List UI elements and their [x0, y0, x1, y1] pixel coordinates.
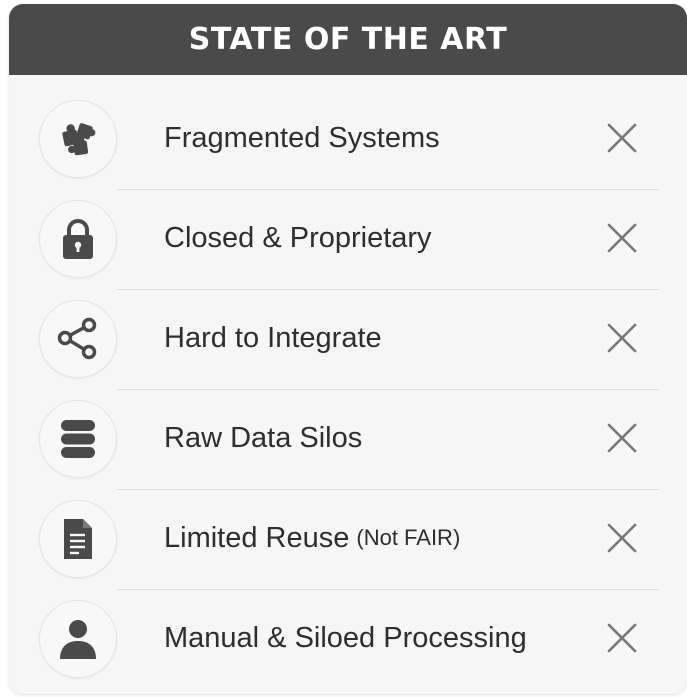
list-item: Closed & Proprietary [9, 190, 687, 290]
close-icon[interactable] [607, 423, 637, 453]
item-note: (Not FAIR) [356, 525, 461, 550]
user-icon [39, 600, 117, 678]
card-header: STATE OF THE ART [9, 4, 687, 75]
item-label: Manual & Siloed Processing [164, 621, 527, 654]
close-icon[interactable] [607, 123, 637, 153]
list-item: Manual & Siloed Processing [9, 590, 687, 690]
list-item: Hard to Integrate [9, 290, 687, 390]
puzzle-icon [39, 100, 117, 178]
close-icon[interactable] [607, 223, 637, 253]
item-label: Hard to Integrate [164, 321, 382, 354]
close-icon[interactable] [607, 323, 637, 353]
item-label: Raw Data Silos [164, 421, 363, 454]
document-icon [39, 500, 117, 578]
list-item: Fragmented Systems [9, 90, 687, 190]
item-label: Closed & Proprietary [164, 221, 432, 254]
card-title: STATE OF THE ART [188, 22, 508, 57]
item-label: Fragmented Systems [164, 121, 440, 154]
close-icon[interactable] [607, 523, 637, 553]
list-item: Limited Reuse (Not FAIR) [9, 490, 687, 590]
item-list: Fragmented Systems Closed & Proprietary [9, 90, 687, 690]
item-label: Limited Reuse (Not FAIR) [164, 521, 461, 554]
share-icon [39, 300, 117, 378]
database-icon [39, 400, 117, 478]
state-of-the-art-card: STATE OF THE ART Fragmented Systems Clos… [9, 4, 687, 694]
close-icon[interactable] [607, 623, 637, 653]
lock-icon [39, 200, 117, 278]
list-item: Raw Data Silos [9, 390, 687, 490]
